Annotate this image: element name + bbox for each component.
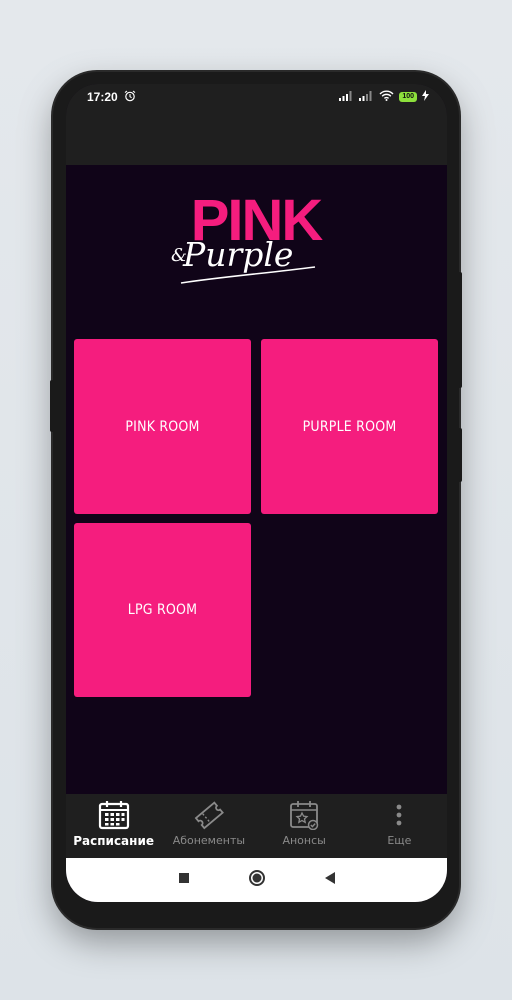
phone-volume-button [458, 272, 462, 388]
signal-icon [339, 90, 354, 104]
phone-side-button-left [50, 380, 54, 432]
app-screen: 17:20 100 PINK & Purple PINK ROOM PURPLE… [66, 84, 447, 902]
nav-item-label: Анонсы [282, 834, 326, 847]
phone-power-button [458, 428, 462, 482]
wifi-icon [379, 90, 394, 104]
room-card-lpg[interactable]: LPG ROOM [74, 523, 251, 697]
nav-item-more[interactable]: Еще [352, 794, 447, 858]
room-card-label: PURPLE ROOM [302, 418, 397, 435]
home-button[interactable] [248, 869, 266, 892]
nav-item-label: Еще [387, 834, 412, 847]
recent-apps-button[interactable] [178, 871, 190, 889]
main-content: PINK & Purple PINK ROOM PURPLE ROOM LPG … [66, 165, 447, 794]
bottom-navigation: Расписание Абонементы Анонсы Еще [66, 794, 447, 858]
system-navigation-bar [66, 858, 447, 902]
nav-item-label: Абонементы [172, 834, 246, 847]
status-bar: 17:20 100 [66, 84, 447, 110]
battery-indicator: 100 [399, 92, 417, 102]
back-button[interactable] [324, 871, 336, 890]
calendar-icon [98, 801, 129, 830]
brand-logo: PINK & Purple [171, 191, 341, 289]
ticket-icon [194, 801, 224, 830]
logo-underline-swash [180, 266, 316, 284]
room-card-label: LPG ROOM [127, 602, 198, 618]
nav-item-schedule[interactable]: Расписание [66, 794, 161, 858]
room-card-label: PINK ROOM [125, 418, 200, 435]
room-card-purple[interactable]: PURPLE ROOM [261, 339, 438, 514]
signal-icon-secondary [359, 90, 374, 104]
nav-item-announcements[interactable]: Анонсы [257, 794, 352, 858]
charging-icon [422, 90, 429, 104]
app-bar [66, 110, 447, 165]
calendar-star-icon [290, 801, 319, 830]
status-time: 17:20 [87, 90, 118, 104]
room-card-pink[interactable]: PINK ROOM [74, 339, 251, 514]
alarm-icon [124, 90, 136, 105]
more-vertical-icon [396, 804, 402, 826]
nav-item-label: Расписание [73, 834, 154, 848]
nav-item-subscriptions[interactable]: Абонементы [161, 794, 256, 858]
